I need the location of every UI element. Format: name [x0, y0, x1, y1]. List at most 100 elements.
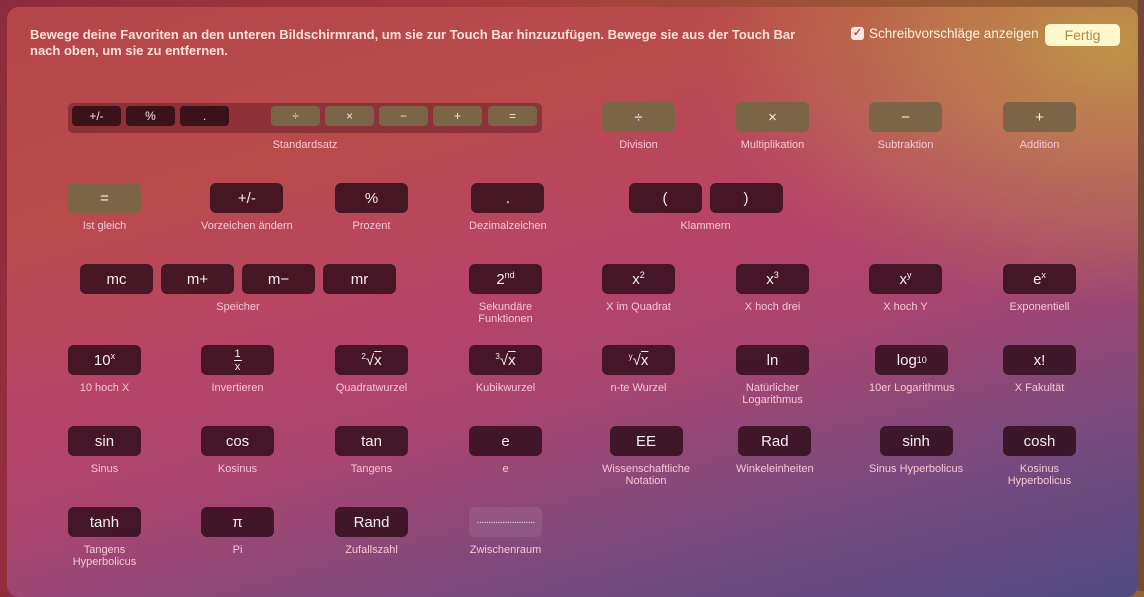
- cbrt-index: 3: [495, 351, 500, 361]
- item-space[interactable]: ························· Zwischenraum: [469, 507, 542, 556]
- item-x-power-y[interactable]: xy X hoch Y: [869, 264, 942, 313]
- item-x-cubed[interactable]: x3 X hoch drei: [736, 264, 809, 313]
- item-x-squared[interactable]: x2 X im Quadrat: [602, 264, 675, 313]
- touch-bar-customization-panel: Bewege deine Favoriten an den unteren Bi…: [7, 7, 1138, 597]
- root-icon: 2√x: [361, 351, 382, 369]
- item-brackets[interactable]: ( ) Klammern: [628, 183, 783, 232]
- ten-power-x-key: 10 x: [68, 345, 141, 375]
- subtraction-key: −: [869, 102, 942, 132]
- item-cbrt[interactable]: 3√x Kubikwurzel: [469, 345, 542, 394]
- memory-label: Speicher: [216, 301, 260, 313]
- item-factorial[interactable]: x! X Fakultät: [1003, 345, 1076, 394]
- space-label: Zwischenraum: [469, 544, 542, 556]
- second-label: Sekundäre Funktionen: [478, 301, 533, 325]
- mini-key-minus: −: [379, 106, 428, 126]
- tan-key: tan: [335, 426, 408, 456]
- invert-denominator: x: [234, 360, 241, 373]
- ten-power-x-sup: x: [110, 351, 116, 361]
- cosh-key: cosh: [1003, 426, 1076, 456]
- exp-sup: x: [1041, 270, 1046, 280]
- cosh-label: Kosinus Hyperbolicus: [1007, 463, 1072, 487]
- item-sign[interactable]: +/- Vorzeichen ändern: [201, 183, 293, 232]
- mini-key-decimal: .: [180, 106, 229, 126]
- nth-root-label: n-te Wurzel: [610, 382, 667, 394]
- item-multiplication[interactable]: × Multiplikation: [736, 102, 809, 151]
- item-decimal[interactable]: . Dezimalzeichen: [469, 183, 547, 232]
- item-sinh[interactable]: sinh Sinus Hyperbolicus: [869, 426, 963, 475]
- second-key: 2nd: [469, 264, 542, 294]
- mini-key-percent: %: [126, 106, 175, 126]
- percent-label: Prozent: [352, 220, 391, 232]
- item-tan[interactable]: tan Tangens: [335, 426, 408, 475]
- x-power-y-key: xy: [869, 264, 942, 294]
- second-base: 2: [496, 270, 505, 288]
- mini-key-divide: ÷: [271, 106, 320, 126]
- cos-label: Kosinus: [217, 463, 258, 475]
- item-equals[interactable]: = Ist gleich: [68, 183, 141, 232]
- rand-label: Zufallszahl: [345, 544, 398, 556]
- item-memory[interactable]: mc m+ m− mr Speicher: [80, 264, 396, 313]
- sinh-key: sinh: [879, 426, 953, 456]
- item-addition[interactable]: + Addition: [1003, 102, 1076, 151]
- item-rad[interactable]: Rad Winkeleinheiten: [736, 426, 814, 475]
- mini-key-sign: +/-: [72, 106, 121, 126]
- item-tanh[interactable]: tanh Tangens Hyperbolicus: [68, 507, 141, 568]
- factorial-label: X Fakultät: [1014, 382, 1065, 394]
- checkbox-checked-icon[interactable]: ✓: [851, 27, 864, 40]
- item-subtraction[interactable]: − Subtraktion: [869, 102, 942, 151]
- item-ten-power-x[interactable]: 10 x 10 hoch X: [68, 345, 141, 394]
- tanh-label: Tangens Hyperbolicus: [72, 544, 137, 568]
- exp-base: e: [1033, 270, 1042, 288]
- x-squared-sup: 2: [639, 270, 645, 280]
- standard-set-group[interactable]: +/- % . ÷ × − + =: [68, 103, 542, 133]
- item-cos[interactable]: cos Kosinus: [201, 426, 274, 475]
- item-rand[interactable]: Rand Zufallszahl: [335, 507, 408, 556]
- item-second[interactable]: 2nd Sekundäre Funktionen: [469, 264, 542, 325]
- invert-key: 1x: [201, 345, 274, 375]
- item-sin[interactable]: sin Sinus: [68, 426, 141, 475]
- x-power-y-sup: y: [907, 270, 912, 280]
- invert-numerator: 1: [234, 347, 241, 360]
- pi-key: π: [201, 507, 274, 537]
- exponential-label: Exponentiell: [1009, 301, 1070, 313]
- subtraction-label: Subtraktion: [877, 139, 934, 151]
- x-squared-base: x: [632, 270, 640, 288]
- root-icon: y√x: [628, 351, 649, 369]
- sin-key: sin: [68, 426, 141, 456]
- item-e[interactable]: e e: [469, 426, 542, 475]
- item-percent[interactable]: % Prozent: [335, 183, 408, 232]
- e-key: e: [469, 426, 542, 456]
- addition-label: Addition: [1019, 139, 1060, 151]
- item-sqrt[interactable]: 2√x Quadratwurzel: [335, 345, 408, 394]
- ee-label: Wissenschaftliche Notation: [602, 463, 691, 487]
- item-exponential[interactable]: ex Exponentiell: [1003, 264, 1076, 313]
- item-pi[interactable]: π Pi: [201, 507, 274, 556]
- multiplication-key: ×: [736, 102, 809, 132]
- close-bracket-key: ): [709, 183, 783, 213]
- item-ln[interactable]: ln Natürlicher Logarithmus: [736, 345, 809, 406]
- log10-key: log 10: [875, 345, 949, 375]
- done-button[interactable]: Fertig: [1045, 24, 1120, 46]
- sign-label: Vorzeichen ändern: [201, 220, 293, 232]
- root-icon: 3√x: [495, 351, 516, 369]
- item-cosh[interactable]: cosh Kosinus Hyperbolicus: [1003, 426, 1076, 487]
- rad-key: Rad: [738, 426, 812, 456]
- x-cubed-key: x3: [736, 264, 809, 294]
- ten-power-x-base: 10: [93, 351, 111, 369]
- open-bracket-key: (: [628, 183, 702, 213]
- item-invert[interactable]: 1x Invertieren: [201, 345, 274, 394]
- typing-suggestions-toggle[interactable]: ✓ Schreibvorschläge anzeigen: [851, 26, 1039, 41]
- pi-label: Pi: [232, 544, 243, 556]
- item-log10[interactable]: log 10 10er Logarithmus: [869, 345, 955, 394]
- division-label: Division: [619, 139, 658, 151]
- sqrt-index: 2: [361, 351, 366, 361]
- multiplication-label: Multiplikation: [740, 139, 805, 151]
- memory-subtract-key: m−: [242, 264, 315, 294]
- memory-add-key: m+: [161, 264, 234, 294]
- x-cubed-sup: 3: [773, 270, 779, 280]
- nth-root-radicand: x: [640, 351, 649, 369]
- item-division[interactable]: ÷ Division: [602, 102, 675, 151]
- item-nth-root[interactable]: y√x n-te Wurzel: [602, 345, 675, 394]
- sqrt-radicand: x: [374, 351, 382, 369]
- item-ee[interactable]: EE Wissenschaftliche Notation: [602, 426, 690, 487]
